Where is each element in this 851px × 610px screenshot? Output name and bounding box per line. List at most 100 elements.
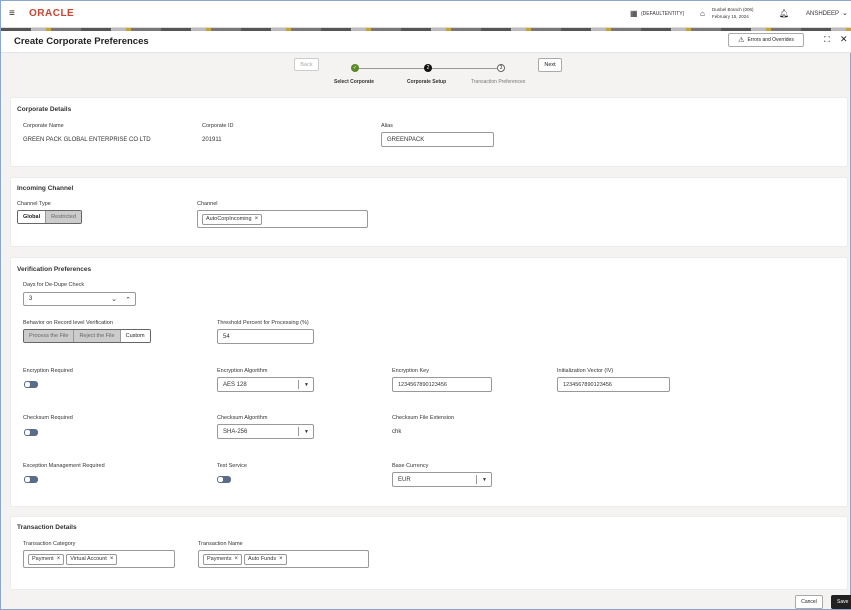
dedupe-label: Days for De-Dupe Check: [23, 282, 85, 288]
behavior-custom[interactable]: Custom: [120, 330, 150, 342]
chip-label: Payments: [207, 556, 232, 562]
transaction-details-panel: Transaction Details Transaction Category…: [10, 516, 848, 590]
alias-label: Alias: [381, 123, 393, 129]
cancel-button[interactable]: Cancel: [795, 595, 823, 609]
exception-management-label: Exception Management Required: [23, 463, 105, 469]
maximize-icon[interactable]: ⛶: [824, 35, 830, 45]
step-1-check-icon[interactable]: ✓: [351, 64, 359, 72]
remove-chip-icon[interactable]: ×: [234, 556, 238, 562]
top-bar: ≡ ORACLE ▦ (DEFAULTENTITY) ⌂ Dunbel Bran…: [1, 1, 851, 28]
date-label: February 15, 2024: [712, 14, 749, 19]
caret-down-icon: ▼: [482, 476, 487, 483]
checksum-extension-label: Checksum File Extension: [392, 415, 455, 421]
transaction-category-multiselect[interactable]: Payment × Virtual Account ×: [23, 550, 175, 568]
branch-label[interactable]: Dunbel Branch (006): [712, 7, 754, 12]
threshold-input[interactable]: 54: [217, 329, 314, 344]
warning-icon: ⚠: [738, 37, 745, 44]
save-button[interactable]: Save: [831, 595, 851, 609]
step-2-label: Corporate Setup: [407, 79, 447, 85]
step-2-indicator[interactable]: 2: [424, 64, 432, 72]
remove-chip-icon[interactable]: ×: [255, 216, 259, 222]
chip-label: AutoCorpIncoming: [206, 216, 252, 222]
step-3-label: Transaction Preferences: [471, 79, 526, 85]
user-menu[interactable]: ANSHDEEP: [806, 11, 839, 17]
select-value: EUR: [398, 476, 411, 483]
encryption-algorithm-label: Encryption Algorithm: [217, 368, 268, 374]
channel-label: Channel: [197, 201, 218, 207]
entity-icon: ▦: [630, 9, 638, 18]
channel-type-toggle: Global Restricted: [17, 210, 82, 224]
dedupe-value: 3: [29, 296, 33, 302]
alias-input[interactable]: GREENPACK: [381, 132, 494, 147]
behavior-process[interactable]: Process the File: [24, 330, 75, 342]
page-title: Create Corporate Preferences: [14, 36, 149, 47]
test-service-label: Test Service: [217, 463, 247, 469]
channel-multiselect[interactable]: AutoCorpIncoming ×: [197, 210, 368, 228]
section-title: Incoming Channel: [17, 185, 74, 192]
step-3-indicator[interactable]: 3: [497, 64, 505, 72]
transaction-name-multiselect[interactable]: Payments × Auto Funds ×: [198, 550, 369, 568]
bell-icon[interactable]: 🔔︎: [779, 9, 789, 18]
checksum-extension-value: chk: [392, 429, 402, 435]
channel-type-restricted[interactable]: Restricted: [46, 211, 81, 223]
dedupe-stepper[interactable]: 3 ⌄ ⌃: [23, 292, 136, 306]
channel-chip: AutoCorpIncoming ×: [202, 213, 263, 225]
corporate-details-panel: Corporate Details Corporate Name GREEN P…: [10, 97, 848, 167]
behavior-label: Behavior on Record level Verification: [23, 320, 113, 326]
checksum-algorithm-label: Checksum Algorithm: [217, 415, 268, 421]
transaction-category-label: Transaction Category: [23, 541, 76, 547]
channel-type-global[interactable]: Global: [18, 211, 47, 223]
iv-input[interactable]: 1234567890123456: [557, 377, 670, 392]
verification-preferences-panel: Verification Preferences Days for De-Dup…: [10, 257, 848, 507]
test-service-toggle[interactable]: [217, 476, 231, 483]
errors-overrides-label: Errors and Overrides: [747, 37, 794, 43]
title-bar: Create Corporate Preferences ⚠ Errors and…: [1, 31, 851, 53]
checksum-required-label: Checksum Required: [23, 415, 73, 421]
base-currency-label: Base Currency: [392, 463, 429, 469]
hamburger-menu-icon[interactable]: ≡: [9, 8, 15, 19]
exception-management-toggle[interactable]: [24, 476, 38, 483]
encryption-algorithm-select[interactable]: AES 128 ▼: [217, 377, 314, 392]
checksum-required-toggle[interactable]: [24, 429, 38, 436]
back-button[interactable]: Back: [294, 58, 319, 71]
incoming-channel-panel: Incoming Channel Channel Type Global Res…: [10, 177, 848, 247]
remove-chip-icon[interactable]: ×: [279, 556, 283, 562]
chip-label: Virtual Account: [70, 556, 107, 562]
select-value: SHA-256: [223, 428, 248, 435]
iv-label: Initialization Vector (IV): [557, 368, 614, 374]
encryption-required-toggle[interactable]: [24, 381, 38, 388]
chevron-down-icon[interactable]: ⌄: [842, 9, 848, 17]
remove-chip-icon[interactable]: ×: [110, 556, 114, 562]
entity-label[interactable]: (DEFAULTENTITY): [641, 11, 684, 17]
close-icon[interactable]: ✕: [840, 34, 848, 45]
caret-down-icon: ▼: [304, 428, 309, 435]
checksum-algorithm-select[interactable]: SHA-256 ▼: [217, 424, 314, 439]
category-chip: Virtual Account ×: [66, 553, 118, 565]
base-currency-select[interactable]: EUR ▼: [392, 472, 492, 487]
encryption-key-input[interactable]: 1234567890123456: [392, 377, 492, 392]
category-chip: Payment ×: [28, 553, 65, 565]
encryption-key-label: Encryption Key: [392, 368, 429, 374]
behavior-toggle: Process the File Reject the File Custom: [23, 329, 151, 343]
name-chip: Auto Funds ×: [243, 553, 287, 565]
caret-down-icon: ▼: [304, 381, 309, 388]
errors-overrides-button[interactable]: ⚠ Errors and Overrides: [728, 33, 804, 47]
encryption-required-label: Encryption Required: [23, 368, 73, 374]
next-button[interactable]: Next: [538, 58, 562, 72]
corporate-name-value: GREEN PACK GLOBAL ENTERPRISE CO LTD: [23, 137, 151, 143]
increment-chevron-icon[interactable]: ⌃: [125, 296, 131, 304]
corporate-id-value: 201911: [202, 137, 222, 143]
chip-label: Auto Funds: [247, 556, 277, 562]
transaction-name-label: Transaction Name: [198, 541, 243, 547]
section-title: Transaction Details: [17, 524, 77, 531]
bank-icon: ⌂: [700, 9, 705, 18]
decrement-chevron-icon[interactable]: ⌄: [111, 295, 117, 303]
corporate-name-label: Corporate Name: [23, 123, 64, 129]
behavior-reject[interactable]: Reject the File: [74, 330, 121, 342]
corporate-id-label: Corporate ID: [202, 123, 234, 129]
remove-chip-icon[interactable]: ×: [57, 556, 61, 562]
select-value: AES 128: [223, 381, 247, 388]
channel-type-label: Channel Type: [17, 201, 51, 207]
chip-label: Payment: [32, 556, 54, 562]
section-title: Corporate Details: [17, 106, 72, 113]
